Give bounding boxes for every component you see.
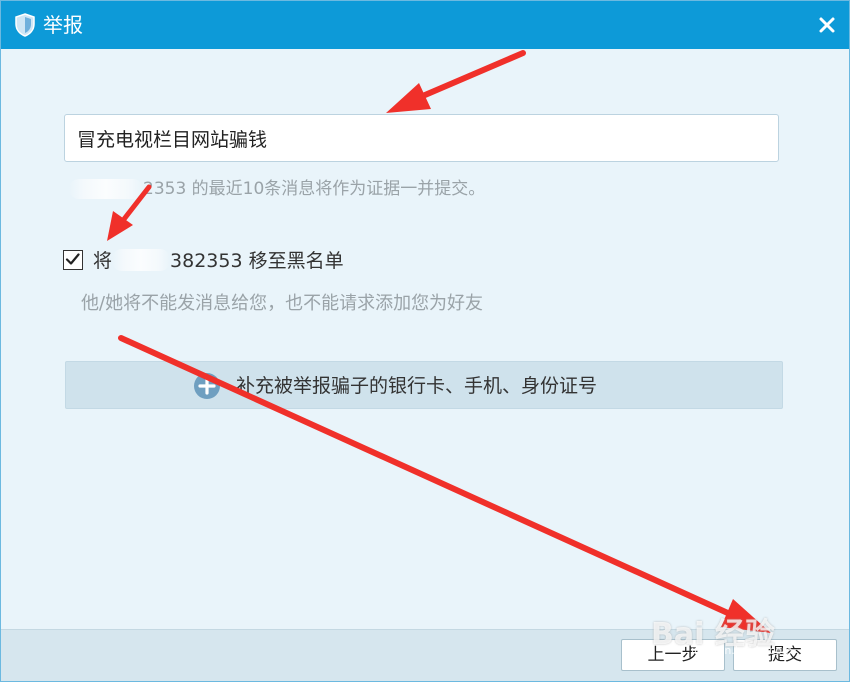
blacklist-suffix: 382353 移至黑名单 [170, 250, 344, 272]
evidence-note-text: 2353 的最近10条消息将作为证据一并提交。 [143, 179, 486, 199]
close-icon[interactable] [813, 11, 841, 39]
blacklist-checkbox[interactable] [63, 249, 83, 270]
dialog-title: 举报 [43, 13, 83, 37]
redacted-account-mask [112, 249, 171, 271]
add-scammer-info-button[interactable]: 补充被举报骗子的银行卡、手机、身份证号 [65, 361, 783, 409]
title-bar[interactable]: 举报 [1, 1, 849, 49]
blacklist-label: 将 382353 移至黑名单 [93, 249, 344, 272]
add-scammer-info-label: 补充被举报骗子的银行卡、手机、身份证号 [236, 375, 598, 397]
report-dialog: 举报 2353 的最近10条消息将作为证据一并提交。 将 382353 移至黑名单… [0, 0, 850, 682]
blacklist-option[interactable]: 将 382353 移至黑名单 [63, 246, 344, 272]
baidu-watermark-url: jingyan.baidu.com [691, 644, 793, 657]
evidence-note: 2353 的最近10条消息将作为证据一并提交。 [69, 179, 485, 199]
blacklist-note: 他/她将不能发消息给您，也不能请求添加您为好友 [81, 293, 484, 314]
plus-circle-icon [193, 372, 221, 400]
shield-icon [14, 13, 36, 37]
report-reason-input[interactable] [64, 114, 779, 162]
redacted-account-mask [69, 179, 143, 199]
blacklist-prefix: 将 [93, 250, 113, 272]
